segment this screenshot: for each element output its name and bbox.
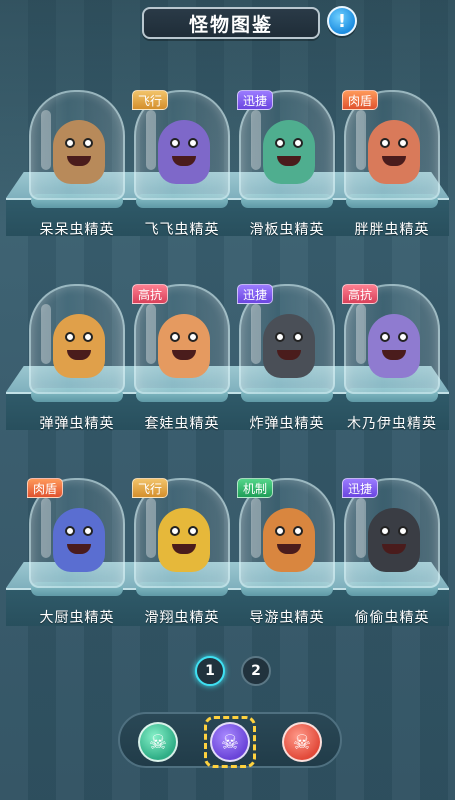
monster-name: 套娃虫精英 [144, 416, 220, 432]
monster-card[interactable]: 高抗套娃虫精英 [130, 284, 234, 444]
monster-figure [53, 508, 105, 572]
page-button-1[interactable]: 1 [195, 656, 225, 686]
monster-card[interactable]: 飞行滑翔虫精英 [130, 478, 234, 638]
monster-name: 偷偷虫精英 [354, 610, 430, 626]
page-title-text: 怪物图鉴 [188, 13, 273, 36]
trait-tag: 肉盾 [342, 90, 379, 110]
monster-figure [158, 314, 210, 378]
monster-name: 弹弹虫精英 [39, 416, 115, 432]
trait-tag: 飞行 [132, 478, 169, 498]
skull-icon: ☠ [149, 730, 167, 754]
monster-figure [53, 314, 105, 378]
monster-name: 飞飞虫精英 [144, 222, 220, 238]
trait-tag: 高抗 [132, 284, 169, 304]
monster-card[interactable]: 机制导游虫精英 [235, 478, 339, 638]
page-label: 1 [205, 663, 215, 679]
page-label: 2 [251, 663, 261, 679]
pager: 1 2 [195, 656, 271, 686]
monster-card[interactable]: 迅捷偷偷虫精英 [340, 478, 444, 638]
trait-tag: 迅捷 [237, 284, 274, 304]
monster-figure [368, 120, 420, 184]
tab-elite-monsters[interactable]: ☠ [210, 722, 250, 762]
monster-figure [53, 120, 105, 184]
monster-name: 导游虫精英 [249, 610, 325, 626]
glass-jar [29, 90, 125, 200]
monster-name: 木乃伊虫精英 [347, 416, 437, 432]
monster-figure [368, 314, 420, 378]
monster-name: 炸弹虫精英 [249, 416, 325, 432]
page-title: 怪物图鉴 [142, 7, 320, 39]
monster-name: 滑板虫精英 [249, 222, 325, 238]
tab-boss-monsters[interactable]: ☠ [282, 722, 322, 762]
bottom-tab-bar: ☠ ☠ ☠ [118, 712, 342, 768]
monster-name: 滑翔虫精英 [144, 610, 220, 626]
monster-name: 呆呆虫精英 [39, 222, 115, 238]
monster-figure [263, 314, 315, 378]
monster-card[interactable]: 肉盾胖胖虫精英 [340, 90, 444, 250]
monster-figure [368, 508, 420, 572]
trait-tag: 机制 [237, 478, 274, 498]
monster-card[interactable]: 弹弹虫精英 [25, 284, 129, 444]
boss-skull-icon: ☠ [293, 730, 311, 754]
monster-card[interactable]: 高抗木乃伊虫精英 [340, 284, 444, 444]
monster-card[interactable]: 肉盾大厨虫精英 [25, 478, 129, 638]
skull-crossbones-icon: ☠ [221, 730, 239, 754]
info-icon[interactable]: ! [327, 6, 357, 36]
trait-tag: 迅捷 [237, 90, 274, 110]
monster-figure [263, 508, 315, 572]
monster-figure [158, 120, 210, 184]
trait-tag: 高抗 [342, 284, 379, 304]
trait-tag: 飞行 [132, 90, 169, 110]
monster-name: 大厨虫精英 [39, 610, 115, 626]
trait-tag: 肉盾 [27, 478, 64, 498]
monster-card[interactable]: 迅捷滑板虫精英 [235, 90, 339, 250]
monster-figure [263, 120, 315, 184]
monster-card[interactable]: 飞行飞飞虫精英 [130, 90, 234, 250]
monster-figure [158, 508, 210, 572]
glass-jar [29, 284, 125, 394]
trait-tag: 迅捷 [342, 478, 379, 498]
tab-normal-monsters[interactable]: ☠ [138, 722, 178, 762]
monster-card[interactable]: 呆呆虫精英 [25, 90, 129, 250]
page-button-2[interactable]: 2 [241, 656, 271, 686]
monster-card[interactable]: 迅捷炸弹虫精英 [235, 284, 339, 444]
monster-name: 胖胖虫精英 [354, 222, 430, 238]
